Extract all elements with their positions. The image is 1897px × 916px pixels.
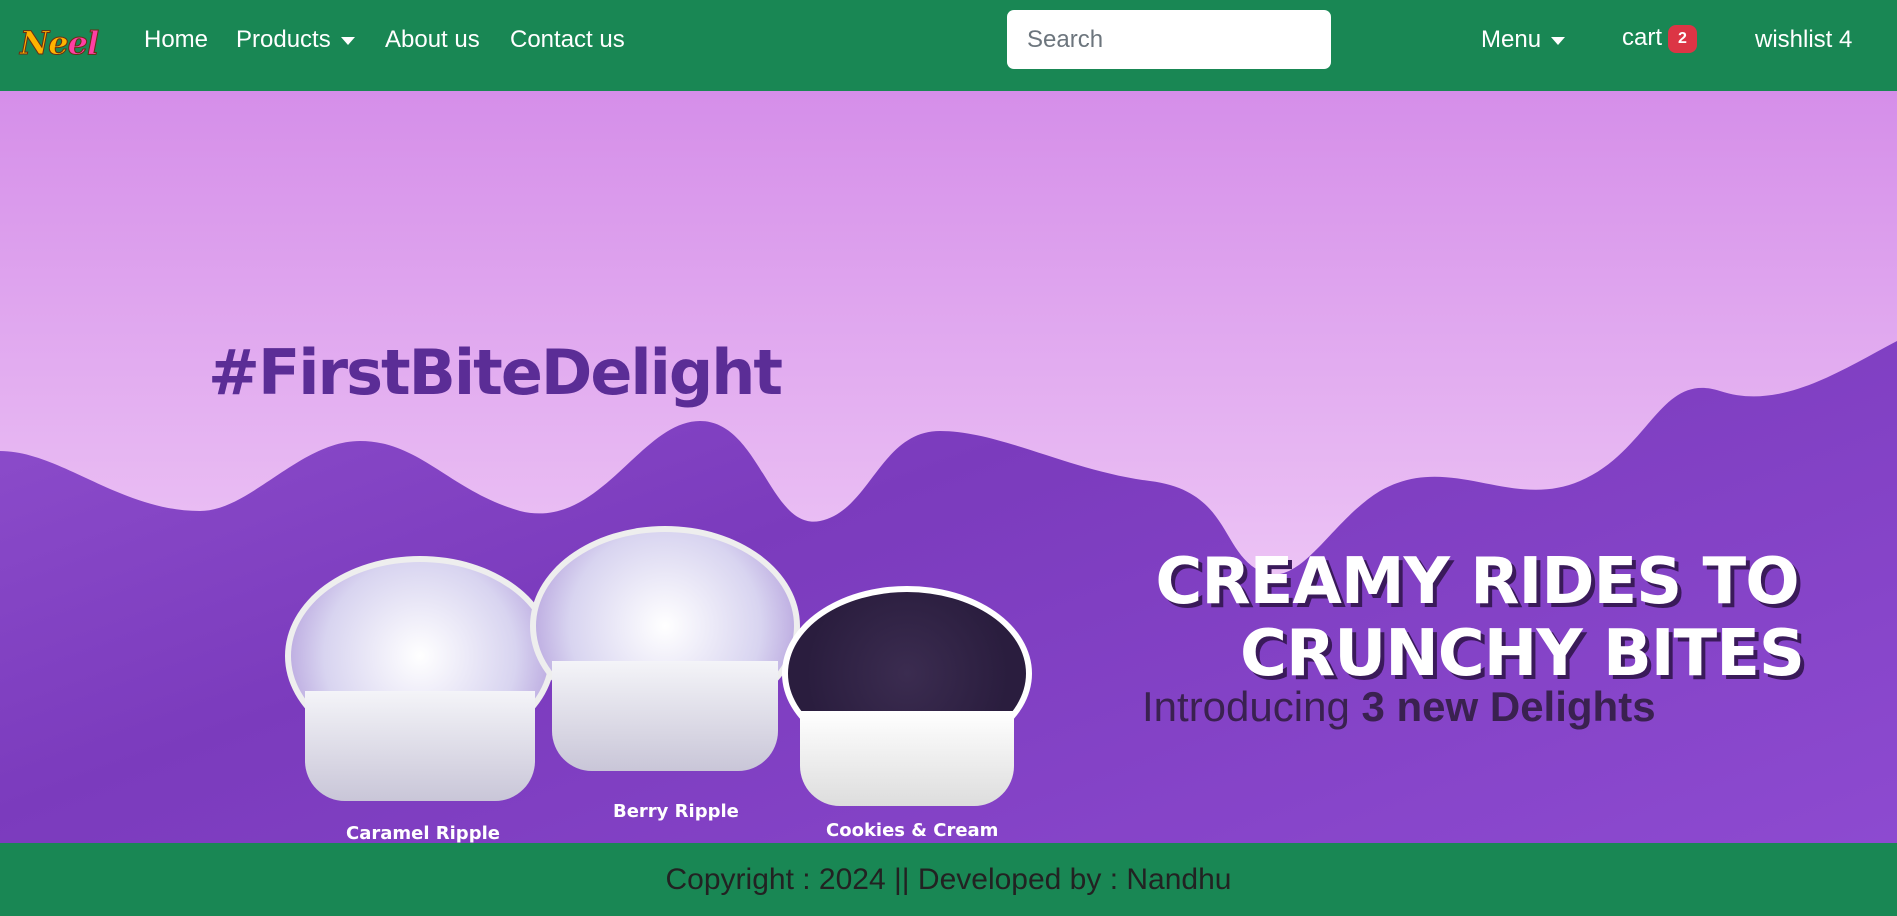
nav-home[interactable]: Home	[144, 26, 208, 54]
headline-line-2: CRUNCHY BITES	[1240, 617, 1805, 691]
caramel-ripple-cup-body	[305, 691, 535, 801]
menu-dropdown[interactable]: Menu	[1481, 26, 1566, 54]
cart-count-badge: 2	[1668, 24, 1697, 53]
navbar: Neel Home Products About us Contact us M…	[0, 0, 1897, 91]
nav-products-label: Products	[236, 26, 331, 53]
cart-label: cart	[1622, 24, 1663, 51]
product-label: Cookies & Cream	[826, 820, 999, 841]
hero-banner: #FirstBiteDelight Caramel Ripple Berry R…	[0, 91, 1897, 843]
intro-text: Introducing 3 new Delights	[1142, 683, 1656, 731]
cookies-cream-cup-body	[800, 711, 1014, 806]
menu-label: Menu	[1481, 26, 1542, 53]
wishlist-link[interactable]: wishlist 4	[1755, 26, 1852, 54]
intro-bold: 3 new Delights	[1361, 683, 1656, 730]
product-label: Berry Ripple	[613, 801, 739, 822]
hashtag-text: #FirstBiteDelight	[208, 336, 783, 409]
search-input[interactable]	[1007, 10, 1331, 69]
brand-logo[interactable]: Neel	[19, 24, 99, 63]
intro-prefix: Introducing	[1142, 683, 1362, 730]
cart-link[interactable]: cart 2	[1622, 24, 1697, 53]
headline: CREAMY RIDES TO CRUNCHY BITES	[1150, 545, 1805, 691]
nav-about[interactable]: About us	[385, 26, 480, 54]
copyright-text: Copyright : 2024 || Developed by : Nandh…	[665, 863, 1232, 896]
nav-contact[interactable]: Contact us	[510, 26, 625, 54]
nav-products-dropdown[interactable]: Products	[236, 26, 355, 54]
footer: Copyright : 2024 || Developed by : Nandh…	[0, 843, 1897, 916]
product-label: Caramel Ripple	[346, 823, 500, 843]
caret-down-icon	[1551, 36, 1566, 45]
caret-down-icon	[340, 36, 355, 45]
berry-ripple-cup-body	[552, 661, 778, 771]
headline-line-1: CREAMY RIDES TO	[1155, 545, 1799, 619]
